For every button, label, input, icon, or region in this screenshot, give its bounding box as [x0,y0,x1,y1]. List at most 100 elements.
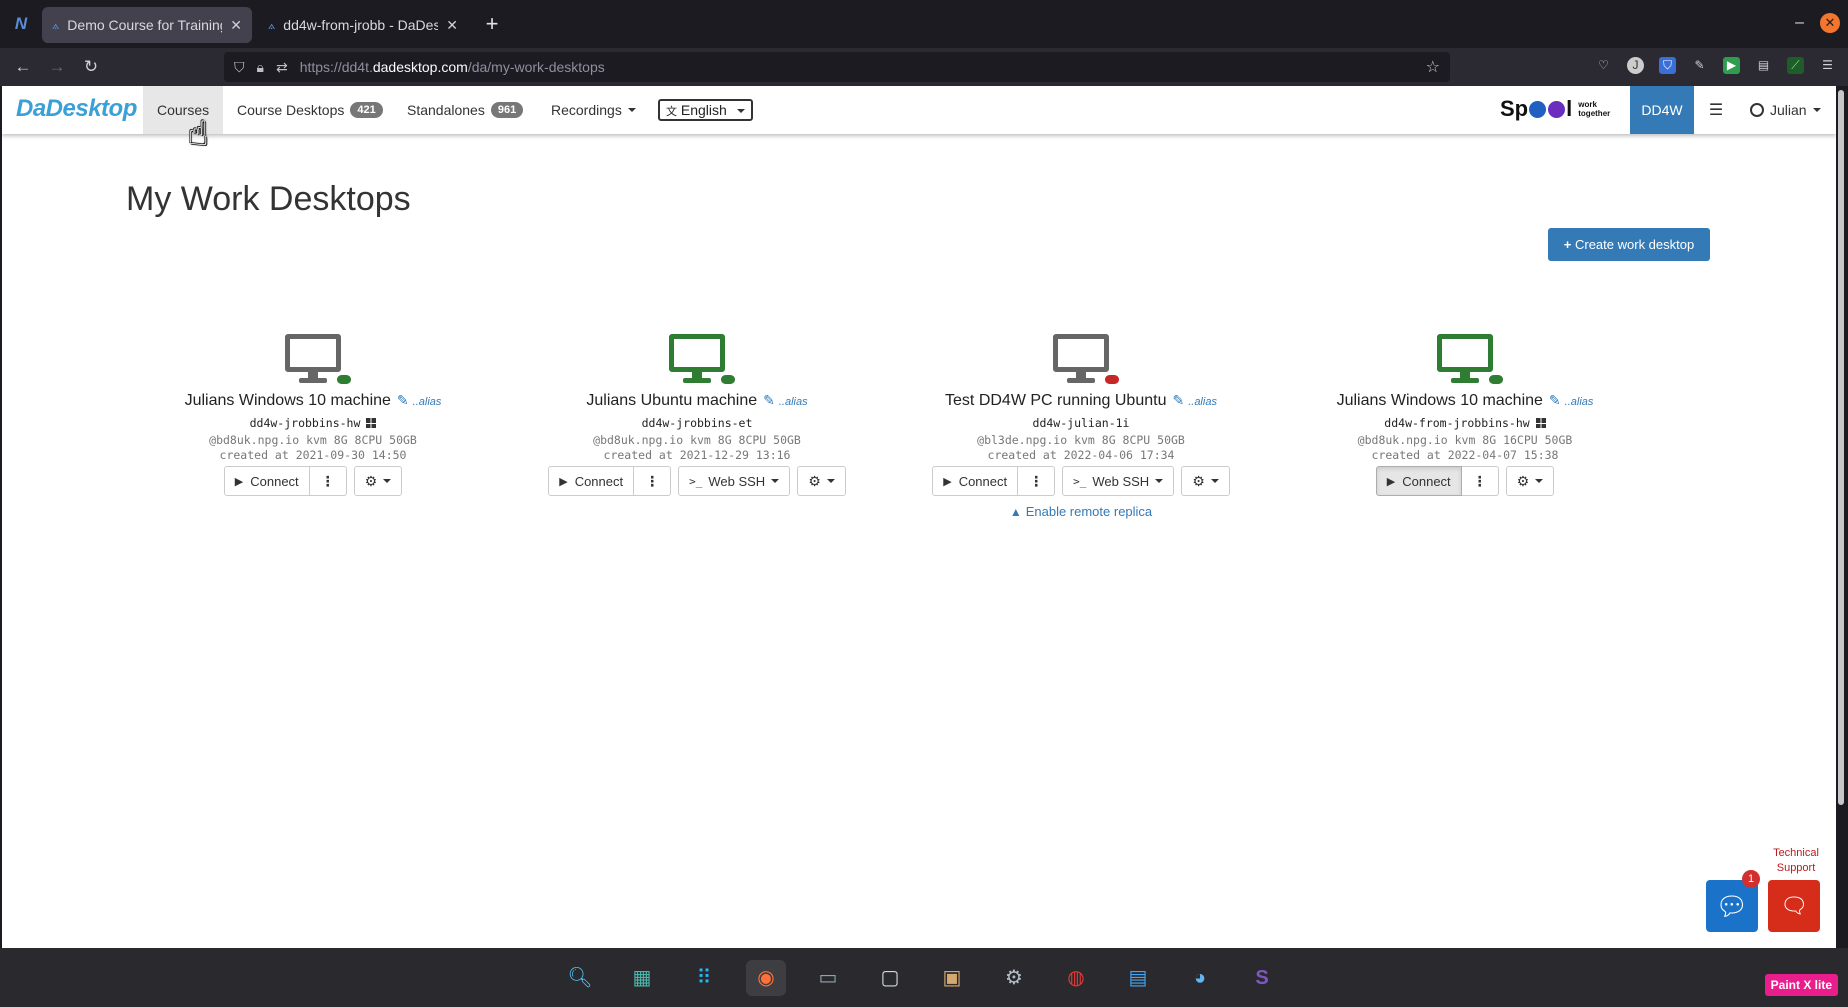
cloud-status-icon [721,375,735,384]
desktop-spec: @bl3de.npg.io kvm 8G 8CPU 50GB [977,433,1185,447]
alias-link[interactable]: ..alias [779,396,808,408]
create-work-desktop-button[interactable]: + Create work desktop [1548,228,1710,261]
web-ssh-dropdown-button[interactable]: >_ Web SSH [1062,466,1175,496]
tool-extension-icon[interactable]: ✎ [1691,57,1708,74]
spool-logo[interactable]: Sp l work together [1500,96,1624,122]
bookmark-star-icon[interactable]: ☆ [1426,57,1440,77]
terminal-app-icon[interactable]: ▢ [870,960,910,996]
messaging-app-icon[interactable]: ◕ [1180,960,1220,996]
account-extension-icon[interactable]: J [1627,57,1644,74]
desktop-created: created at 2021-12-29 13:16 [603,448,791,462]
more-options-button[interactable]: ⋮ [309,466,347,496]
connect-button[interactable]: ▶ Connect [223,466,310,496]
minimize-icon[interactable]: – [1795,14,1804,32]
search-app-icon[interactable]: 🔍︎ [560,960,600,996]
workspaces-app-icon[interactable]: ▦ [622,960,662,996]
brand-logo[interactable]: DaDesktop [16,95,137,123]
nav-courses[interactable]: Courses [143,86,224,134]
dd4w-button[interactable]: DD4W [1630,86,1694,134]
web-ssh-label: Web SSH [708,473,766,489]
support-chat-icon: 🗨︎ [1780,893,1808,918]
user-icon [1750,103,1764,117]
list-menu-icon[interactable]: ☰ [1708,100,1724,120]
alias-link[interactable]: ..alias [1565,396,1594,408]
technical-support-button[interactable]: 🗨︎ [1768,880,1820,932]
browser-tab-1[interactable]: ⟑ Demo Course for Training S ✕ [42,7,252,43]
shield-extension-icon[interactable]: ⛉ [1659,57,1676,74]
more-options-button[interactable]: ⋮ [1461,466,1499,496]
window-controls: – ✕ [1795,13,1840,33]
terminal-icon: >_ [1073,474,1087,488]
connect-group: ▶ Connect ⋮ [548,466,672,496]
chat-app-icon[interactable]: ◍ [1056,960,1096,996]
back-icon[interactable]: ← [6,57,40,77]
remote-desktop-app-icon[interactable]: ▤ [1118,960,1158,996]
kebab-icon: ⋮ [1029,472,1044,489]
shield-icon[interactable]: ⛉ [234,59,245,76]
spool-dot-icon [1548,100,1566,118]
firefox-icon[interactable]: ◉ [746,960,786,996]
connect-button[interactable]: ▶ Connect [548,466,635,496]
settings-dropdown-button[interactable]: ⚙ [353,466,403,496]
desktop-hostname: dd4w-from-jrobbins-hw [1384,416,1530,430]
kebab-icon: ⋮ [1472,472,1487,489]
play-icon: ▶ [559,475,568,488]
reload-icon[interactable]: ↻ [74,57,108,77]
chart-extension-icon[interactable]: ⟋ [1787,57,1804,74]
web-ssh-dropdown-button[interactable]: >_ Web SSH [678,466,791,496]
desktop-spec: @bd8uk.npg.io kvm 8G 16CPU 50GB [1357,433,1573,447]
browser-menu-icon[interactable]: ☰ [1819,57,1836,74]
windows-icon [366,418,377,428]
url-bar[interactable]: ⛉ 🔒︎ ⇄ https://dd4t. dadesktop.com/da/my-… [224,52,1450,82]
window-close-icon[interactable]: ✕ [1820,13,1840,33]
enable-remote-replica-link[interactable]: ▲ Enable remote replica [891,504,1271,519]
archive-app-icon[interactable]: ▣ [932,960,972,996]
page-scrollbar[interactable] [1838,90,1844,805]
settings-app-icon[interactable]: ⚙ [994,960,1034,996]
tab-close-icon[interactable]: ✕ [446,17,458,34]
permissions-icon[interactable]: ⇄ [276,59,288,76]
forward-icon[interactable]: → [40,57,74,77]
plus-icon: + [1563,237,1572,252]
enable-remote-replica-label: Enable remote replica [1025,504,1153,519]
browser-menu-logo[interactable]: N [0,14,42,34]
nav-recordings-dropdown[interactable]: Recordings [537,86,650,134]
pencil-icon[interactable]: ✎ [1172,392,1184,408]
s-app-icon[interactable]: S [1242,960,1282,996]
desktop-host: dd4w-from-jrobbins-hw [1275,416,1655,430]
lock-icon[interactable]: 🔒︎ [257,59,264,76]
more-options-button[interactable]: ⋮ [1018,466,1056,496]
alias-link[interactable]: ..alias [1188,396,1217,408]
paint-x-lite-badge[interactable]: Paint X lite [1764,974,1838,996]
browser-tab-2[interactable]: ⟑ dd4w-from-jrobb - DaDeskt ✕ [258,7,468,43]
language-value: English [680,102,727,118]
app-grid-icon[interactable]: ⠿ [684,960,724,996]
connect-group: ▶ Connect ⋮ [932,466,1056,496]
settings-dropdown-button[interactable]: ⚙ [1505,466,1555,496]
nav-course-desktops[interactable]: Course Desktops 421 [223,86,397,134]
files-icon[interactable]: ▭ [808,960,848,996]
pencil-icon[interactable]: ✎ [763,392,775,408]
desktop-card: Julians Ubuntu machine ✎ ..alias dd4w-jrob… [507,334,887,496]
pencil-icon[interactable]: ✎ [1549,392,1561,408]
user-menu-dropdown[interactable]: Julian [1750,86,1821,134]
pencil-icon[interactable]: ✎ [397,392,409,408]
connect-button[interactable]: ▶ Connect [1375,466,1462,496]
more-options-button[interactable]: ⋮ [634,466,672,496]
tab-close-icon[interactable]: ✕ [230,17,242,34]
play-icon: ▶ [1386,475,1396,488]
settings-dropdown-button[interactable]: ⚙ [1181,466,1230,496]
nav-standalones[interactable]: Standalones 961 [393,86,537,134]
doc-extension-icon[interactable]: ▤ [1755,57,1772,74]
gear-icon: ⚙ [1516,472,1530,489]
connect-button[interactable]: ▶ Connect [932,466,1019,496]
url-path: /da/my-work-desktops [467,59,605,75]
new-tab-icon[interactable]: + [474,11,510,37]
language-select[interactable]: 文 English [658,99,753,121]
green-extension-icon[interactable]: ▶ [1723,57,1740,74]
pocket-icon[interactable]: ♡ [1595,57,1612,74]
desktop-card: Julians Windows 10 machine ✎ ..alias dd4w-… [123,334,503,496]
alias-link[interactable]: ..alias [413,396,442,408]
settings-dropdown-button[interactable]: ⚙ [797,466,846,496]
nav-course-desktops-label: Course Desktops [237,102,345,118]
